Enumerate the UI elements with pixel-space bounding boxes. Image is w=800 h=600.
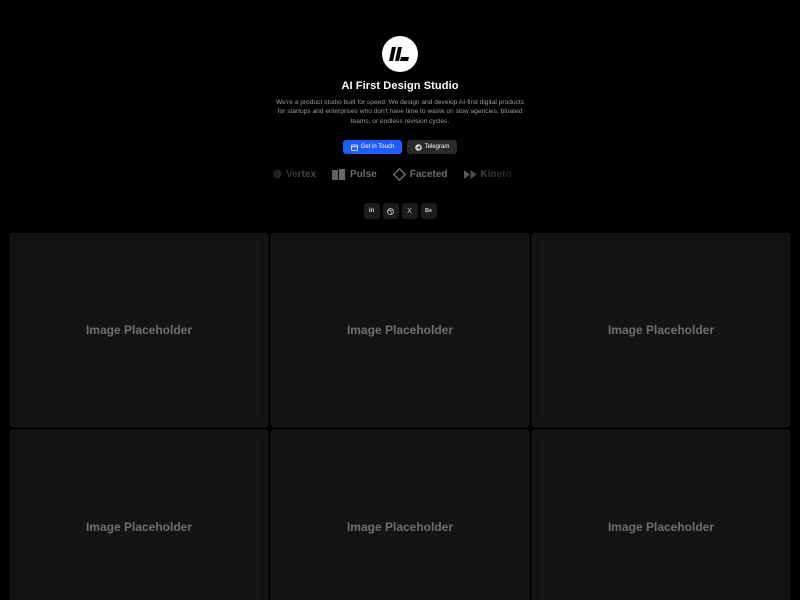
diamond-icon — [392, 167, 406, 181]
image-placeholder-label: Image Placeholder — [346, 520, 454, 534]
get-in-touch-label: Get in Touch — [360, 144, 395, 151]
circle-icon — [272, 169, 282, 179]
calendar-icon — [350, 144, 358, 151]
client-logos-marquee: Vertex Pulse Faceted Kineto — [272, 165, 522, 183]
gallery-card[interactable]: Image Placeholder — [271, 233, 529, 427]
behance-icon: Be — [424, 208, 433, 214]
social-links: in X Be — [0, 203, 800, 219]
client-logo-label: Faceted — [409, 168, 448, 180]
studio-logo-icon — [389, 47, 409, 61]
page: AI First Design Studio We're a product s… — [0, 0, 800, 600]
telegram-button[interactable]: Telegram — [407, 140, 457, 155]
fast-forward-icon — [463, 169, 477, 179]
gallery-card[interactable]: Image Placeholder — [532, 233, 790, 427]
dribbble-icon — [387, 207, 394, 215]
hero-description: We're a product studio built for speed. … — [275, 99, 525, 125]
cta-row: Get in Touch Telegram — [343, 140, 457, 155]
telegram-icon — [414, 143, 422, 151]
client-logo-label: Vertex — [286, 168, 317, 180]
behance-button[interactable]: Be — [420, 203, 437, 219]
telegram-label: Telegram — [424, 144, 450, 151]
studio-logo[interactable] — [382, 36, 418, 72]
image-gallery: Image Placeholder Image Placeholder Imag… — [10, 233, 790, 600]
linkedin-icon: in — [368, 208, 375, 214]
image-placeholder-label: Image Placeholder — [607, 323, 715, 337]
bars-icon — [332, 168, 346, 180]
client-logo-label: Pulse — [350, 168, 377, 180]
image-placeholder-label: Image Placeholder — [85, 520, 193, 534]
gallery-card[interactable]: Image Placeholder — [10, 430, 268, 600]
gallery-card[interactable]: Image Placeholder — [532, 430, 790, 600]
linkedin-button[interactable]: in — [363, 203, 380, 219]
gallery-card[interactable]: Image Placeholder — [271, 430, 529, 600]
hero-section: AI First Design Studio We're a product s… — [0, 36, 800, 155]
dribbble-button[interactable] — [382, 203, 399, 219]
client-logo-label: Kineto — [480, 168, 512, 180]
page-title: AI First Design Studio — [341, 80, 459, 92]
image-placeholder-label: Image Placeholder — [607, 520, 715, 534]
get-in-touch-button[interactable]: Get in Touch — [343, 140, 402, 155]
image-placeholder-label: Image Placeholder — [85, 323, 193, 337]
client-logo-pulse: Pulse — [332, 168, 377, 180]
x-icon: X — [407, 207, 412, 215]
client-logo-faceted: Faceted — [392, 167, 448, 181]
x-button[interactable]: X — [401, 203, 418, 219]
client-logo-kineto: Kineto — [463, 168, 512, 180]
client-logo-vertex: Vertex — [272, 169, 316, 180]
image-placeholder-label: Image Placeholder — [346, 323, 454, 337]
gallery-card[interactable]: Image Placeholder — [10, 233, 268, 427]
